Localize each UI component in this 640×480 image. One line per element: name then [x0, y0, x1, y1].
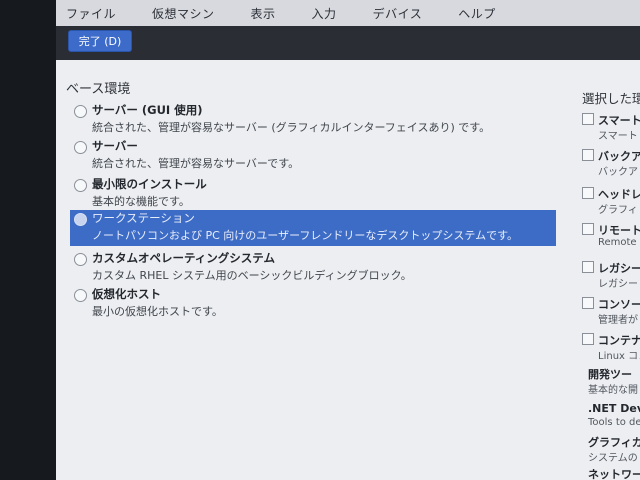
addons-title: 選択した環 [582, 91, 640, 106]
addon-title: .NET Deve [588, 402, 640, 415]
env-item-title: 仮想化ホスト [92, 287, 161, 301]
menu-input[interactable]: 入力 [312, 5, 337, 22]
addon-desc: レガシー [598, 279, 638, 290]
menu-machine[interactable]: 仮想マシン [152, 5, 215, 22]
env-item-desc: カスタム RHEL システム用のベーシックビルディングブロック。 [92, 269, 412, 282]
menu-file[interactable]: ファイル [66, 5, 116, 22]
addon-title: レガシー [598, 262, 640, 275]
addon-title: バックア [598, 150, 640, 163]
base-environment-pane: ベース環境 サーバー (GUI 使用) 統合された、管理が容易なサーバー (グラ… [56, 60, 556, 480]
addon-title: コンテナ [598, 334, 640, 347]
addon-title: コンソール [598, 298, 640, 311]
env-item-desc: 統合された、管理が容易なサーバーです。 [92, 157, 300, 170]
vm-menubar: ファイル 仮想マシン 表示 入力 デバイス ヘルプ [56, 0, 640, 26]
done-button[interactable]: 完了 (D) [68, 30, 132, 52]
radio-button[interactable] [74, 253, 87, 266]
menu-view[interactable]: 表示 [251, 5, 276, 22]
addons-pane: 選択した環 スマート スマート バックア バックア ヘッドレ グラフィ リモート… [578, 60, 640, 480]
installer-header: 完了 (D) [56, 26, 640, 60]
env-item-desc: 最小の仮想化ホストです。 [92, 305, 223, 318]
env-item-workstation[interactable]: ワークステーション ノートパソコンおよび PC 向けのユーザーフレンドリーなデス… [70, 210, 556, 246]
menu-devices[interactable]: デバイス [373, 5, 423, 22]
env-item-custom-os[interactable]: カスタムオペレーティングシステム カスタム RHEL システム用のベーシックビル… [70, 250, 556, 286]
checkbox[interactable] [582, 113, 594, 125]
addon-desc: Tools to de [588, 417, 640, 428]
base-environment-title: ベース環境 [66, 82, 131, 97]
env-item-minimal[interactable]: 最小限のインストール 基本的な機能です。 [70, 176, 556, 212]
checkbox[interactable] [582, 297, 594, 309]
env-item-title: サーバー [92, 139, 138, 153]
env-item-title: カスタムオペレーティングシステム [92, 251, 275, 265]
env-item-title: サーバー (GUI 使用) [92, 103, 203, 117]
addon-desc: 管理者が [598, 315, 638, 326]
env-item-desc: ノートパソコンおよび PC 向けのユーザーフレンドリーなデスクトップシステムです… [92, 229, 518, 242]
addon-title: ネットワー [588, 468, 640, 480]
env-item-server[interactable]: サーバー 統合された、管理が容易なサーバーです。 [70, 138, 556, 174]
checkbox[interactable] [582, 223, 594, 235]
addon-desc: Linux コン [598, 351, 640, 362]
addon-desc: 基本的な開 [588, 385, 638, 396]
env-item-title: ワークステーション [92, 211, 195, 225]
addon-title: グラフィカ [588, 436, 640, 449]
menu-help[interactable]: ヘルプ [458, 5, 496, 22]
addon-desc: Remote d [598, 237, 640, 248]
checkbox[interactable] [582, 333, 594, 345]
addon-desc: バックア [598, 167, 638, 178]
radio-button[interactable] [74, 141, 87, 154]
radio-button[interactable] [74, 213, 87, 226]
monitor-bezel [0, 0, 56, 480]
env-item-desc: 基本的な機能です。 [92, 195, 190, 208]
addon-title: 開発ツー [588, 368, 632, 381]
env-item-desc: 統合された、管理が容易なサーバー (グラフィカルインターフェイスあり) です。 [92, 121, 491, 134]
radio-button[interactable] [74, 179, 87, 192]
addon-desc: スマート [598, 131, 638, 142]
checkbox[interactable] [582, 187, 594, 199]
env-item-virtualization-host[interactable]: 仮想化ホスト 最小の仮想化ホストです。 [70, 286, 556, 322]
addon-desc: システムの [588, 453, 638, 464]
addon-title: リモート [598, 224, 640, 237]
addon-title: ヘッドレ [598, 188, 640, 201]
addon-desc: グラフィ [598, 205, 638, 216]
addon-title: スマート [598, 114, 640, 127]
software-selection-content: ベース環境 サーバー (GUI 使用) 統合された、管理が容易なサーバー (グラ… [56, 60, 640, 480]
env-item-title: 最小限のインストール [92, 177, 207, 191]
checkbox[interactable] [582, 261, 594, 273]
env-item-server-gui[interactable]: サーバー (GUI 使用) 統合された、管理が容易なサーバー (グラフィカルイン… [70, 102, 556, 138]
radio-button[interactable] [74, 289, 87, 302]
checkbox[interactable] [582, 149, 594, 161]
radio-button[interactable] [74, 105, 87, 118]
